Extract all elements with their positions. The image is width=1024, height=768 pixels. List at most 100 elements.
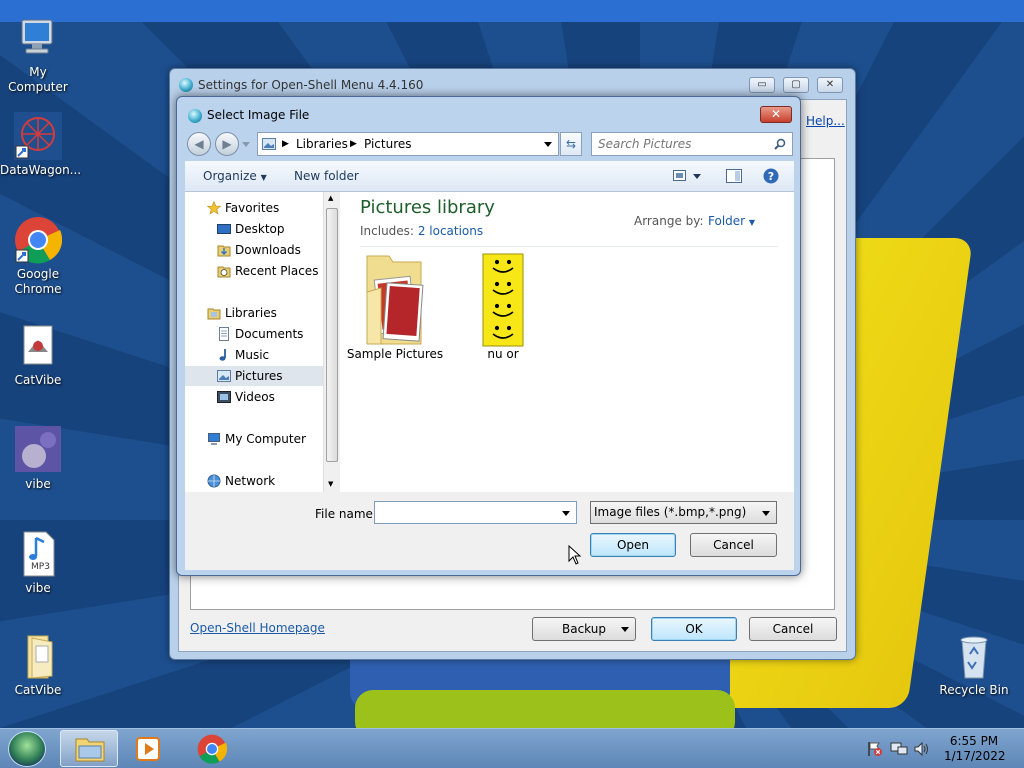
desktop-icon-my-computer[interactable]: My Computer <box>0 14 76 95</box>
scroll-thumb[interactable] <box>326 208 338 462</box>
breadcrumb-pictures[interactable]: Pictures <box>364 137 412 151</box>
nav-item-music[interactable]: Music <box>215 345 323 365</box>
arrange-by-label: Arrange by: <box>634 214 704 228</box>
preview-pane-icon[interactable] <box>726 169 742 183</box>
volume-icon[interactable] <box>913 741 931 757</box>
catvibe-app-icon <box>14 322 62 370</box>
desktop-icon-catvibe-folder[interactable]: CatVibe <box>0 632 76 698</box>
desktop-icon-vibe-mp3[interactable]: MP3 vibe <box>0 530 76 596</box>
settings-cancel-button[interactable]: Cancel <box>749 617 837 641</box>
nav-item-desktop[interactable]: Desktop <box>215 219 323 239</box>
file-item-sample-pictures[interactable]: Sample Pictures <box>345 252 445 361</box>
view-options-icon[interactable] <box>673 170 701 182</box>
desktop-icon-label: vibe <box>25 581 51 595</box>
desktop-icon-recycle-bin[interactable]: Recycle Bin <box>936 632 1012 698</box>
nav-item-favorites[interactable]: Favorites <box>205 198 323 218</box>
homepage-link[interactable]: Open-Shell Homepage <box>190 621 325 635</box>
dialog-cancel-button[interactable]: Cancel <box>690 533 777 557</box>
settings-titlebar[interactable]: Settings for Open-Shell Menu 4.4.160 ▭ ▢… <box>170 69 855 99</box>
explorer-folder-icon <box>75 738 105 762</box>
back-button[interactable]: ◀ <box>187 132 211 156</box>
ok-button[interactable]: OK <box>651 617 737 641</box>
chevron-down-icon: ▼ <box>260 173 267 182</box>
minimize-button[interactable]: ▭ <box>749 77 775 93</box>
refresh-button[interactable]: ⇆ <box>560 132 582 156</box>
arrange-by-dropdown[interactable]: Folder ▼ <box>708 214 755 228</box>
network-icon <box>207 474 221 488</box>
desktop-icon-datawagon[interactable]: DataWagon... <box>0 112 82 178</box>
preview-pane-icon[interactable] <box>903 170 904 171</box>
tray-clock[interactable]: 6:55 PM 1/17/2022 <box>944 734 1006 764</box>
backup-button[interactable]: Backup <box>532 617 636 641</box>
file-item-nu-or[interactable]: nu or <box>453 252 553 361</box>
file-type-value: Image files (*.bmp,*.png) <box>594 505 747 519</box>
search-input[interactable] <box>598 136 768 152</box>
close-button[interactable]: ✕ <box>817 77 843 93</box>
file-list-pane: Pictures library Includes: 2 locations A… <box>343 192 794 492</box>
network-status-icon[interactable] <box>890 741 908 757</box>
scroll-down-icon[interactable]: ▼ <box>328 480 333 488</box>
scroll-up-icon[interactable]: ▲ <box>328 194 333 202</box>
navigation-scrollbar[interactable]: ▲ ▼ <box>323 192 340 492</box>
new-folder-button[interactable]: New folder <box>294 169 359 183</box>
action-center-flag-icon[interactable] <box>867 741 883 757</box>
nav-label: Music <box>235 348 270 362</box>
nav-label: Videos <box>235 390 275 404</box>
nav-item-downloads[interactable]: Downloads <box>215 240 323 260</box>
desktop-icon-catvibe-app[interactable]: CatVibe <box>0 322 76 388</box>
address-dropdown-icon[interactable] <box>544 142 552 147</box>
chevron-right-icon: ▶ <box>350 139 357 149</box>
file-type-select[interactable]: Image files (*.bmp,*.png) <box>590 501 777 524</box>
breadcrumb-libraries[interactable]: Libraries <box>296 137 348 151</box>
taskbar-explorer-button[interactable] <box>60 730 118 767</box>
dialog-close-button[interactable]: ✕ <box>760 106 792 123</box>
videos-icon <box>217 391 231 403</box>
desktop-icon-label: Google Chrome <box>14 267 62 296</box>
file-name-input[interactable] <box>379 505 554 521</box>
dialog-cancel-label: Cancel <box>713 538 754 552</box>
chevron-down-icon[interactable] <box>562 511 570 516</box>
address-bar[interactable]: ▶ Libraries ▶ Pictures <box>257 132 559 156</box>
nav-item-documents[interactable]: Documents <box>215 324 323 344</box>
help-link[interactable]: Help... <box>806 114 845 128</box>
locations-link[interactable]: 2 locations <box>418 224 483 238</box>
file-name-combobox[interactable] <box>374 501 577 524</box>
backup-button-label: Backup <box>562 622 606 636</box>
vibe-image-icon <box>14 426 62 474</box>
desktop-icon-vibe-image[interactable]: vibe <box>0 426 76 492</box>
star-icon <box>207 201 221 215</box>
start-button[interactable] <box>8 731 46 767</box>
desktop-icon-google-chrome[interactable]: Google Chrome <box>0 216 76 297</box>
includes-label: Includes: <box>360 224 414 238</box>
music-icon <box>219 349 226 361</box>
pictures-icon <box>217 370 231 382</box>
nav-item-network[interactable]: Network <box>205 471 323 491</box>
nav-item-libraries[interactable]: Libraries <box>205 303 323 323</box>
nav-item-videos[interactable]: Videos <box>215 387 323 407</box>
desktop-icon-label: DataWagon... <box>0 163 82 177</box>
desktop-icon-label: My Computer <box>8 65 68 94</box>
nav-item-my-computer[interactable]: My Computer <box>205 429 323 449</box>
organize-label: Organize <box>203 169 257 183</box>
forward-button[interactable]: ▶ <box>215 132 239 156</box>
svg-text:?: ? <box>768 170 774 183</box>
organize-button[interactable]: Organize ▼ <box>203 169 267 183</box>
nav-item-recent-places[interactable]: Recent Places <box>215 261 323 281</box>
library-includes: Includes: 2 locations <box>360 224 483 238</box>
divider <box>360 246 778 247</box>
recent-pages-dropdown[interactable] <box>242 142 250 147</box>
help-icon[interactable]: ? <box>763 168 779 184</box>
search-box[interactable] <box>591 132 793 156</box>
open-button[interactable]: Open <box>590 533 676 557</box>
ok-button-label: OK <box>685 622 703 636</box>
nav-item-pictures[interactable]: Pictures <box>185 366 323 386</box>
taskbar-chrome-button[interactable] <box>183 730 241 767</box>
settings-title: Settings for Open-Shell Menu 4.4.160 <box>198 78 424 92</box>
folder-icon <box>14 632 62 680</box>
smiley-image-icon <box>482 253 524 347</box>
desktop-icon-label: vibe <box>25 477 51 491</box>
taskbar-media-player-button[interactable] <box>120 730 178 767</box>
chrome-icon <box>197 734 227 764</box>
chevron-right-icon: ▶ <box>282 139 289 149</box>
maximize-button[interactable]: ▢ <box>783 77 809 93</box>
